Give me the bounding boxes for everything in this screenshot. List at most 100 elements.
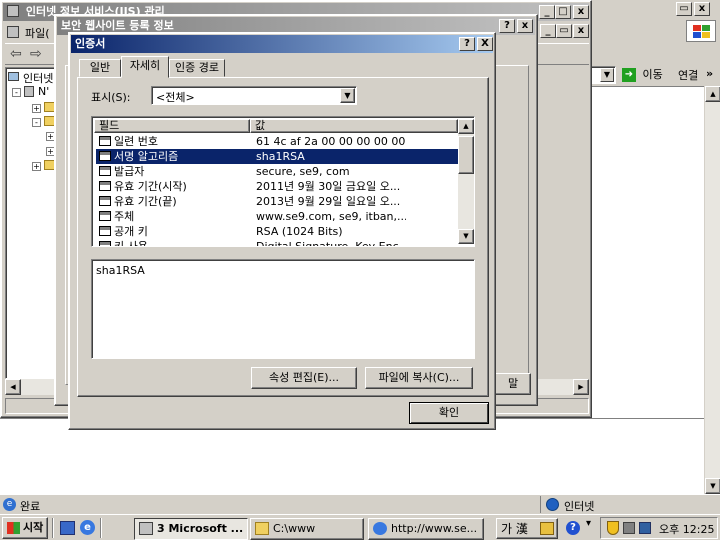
ime-indicator[interactable]: 가 漢 <box>496 518 558 539</box>
field-row-label: 공개 키 <box>114 225 148 238</box>
iis-close-button[interactable]: x <box>573 5 589 19</box>
cert-field-icon <box>99 181 111 191</box>
ime-toolbar-icon <box>540 522 554 535</box>
copy-to-file-button[interactable]: 파일에 복사(C)... <box>365 367 473 389</box>
tree-expand-icon[interactable]: - <box>12 88 21 97</box>
tab-details-label: 자세히 <box>129 59 161 72</box>
ie-quicklaunch-icon[interactable]: e <box>80 520 95 535</box>
back-window-close[interactable]: x <box>573 24 589 38</box>
browser-close-button[interactable]: x <box>694 2 710 16</box>
secure-props-close-button[interactable]: x <box>517 19 533 33</box>
list-scroll-thumb[interactable] <box>458 136 474 174</box>
taskbar: 시작 e 3 Microsoft ... C:\www http://www.s… <box>0 514 720 540</box>
field-row[interactable]: 주체 www.se9.com, se9, itban,... <box>96 209 458 224</box>
task-mmc[interactable]: 3 Microsoft ... <box>134 518 248 540</box>
status-divider <box>540 496 541 513</box>
network-icon[interactable] <box>639 522 651 534</box>
back-window-caption: _ ▭ x <box>540 22 590 40</box>
secure-props-help-button[interactable]: ? <box>499 19 515 33</box>
go-label: 이동 <box>642 68 663 81</box>
tab-details[interactable]: 자세히 <box>121 56 169 78</box>
clock[interactable]: 오후 12:25 <box>659 521 714 537</box>
field-row-name: 서명 알고리즘 <box>99 149 249 164</box>
cert-field-icon <box>99 151 111 161</box>
tree-folder-collapse-icon[interactable]: - <box>32 118 41 127</box>
browser-restore-button[interactable]: ▭ <box>676 2 692 16</box>
cert-field-icon <box>99 211 111 221</box>
field-row-value: www.se9.com, se9, itban,... <box>256 210 406 223</box>
tree-node-label[interactable]: N' <box>38 85 49 98</box>
field-row[interactable]: 공개 키 RSA (1024 Bits) <box>96 224 458 239</box>
field-row[interactable]: 일련 번호 61 4c af 2a 00 00 00 00 00 03 <box>96 134 458 149</box>
field-row[interactable]: 유효 기간(끝) 2013년 9월 29일 일요일 오... <box>96 194 458 209</box>
hscroll-left-button[interactable]: ◀ <box>5 379 21 395</box>
edit-properties-button[interactable]: 속성 편집(E)... <box>251 367 357 389</box>
task-ie[interactable]: http://www.se... <box>368 518 484 540</box>
show-desktop-icon[interactable] <box>60 521 75 535</box>
tab-cert-path-label: 인증 경로 <box>175 61 219 74</box>
quicklaunch-divider-2 <box>100 518 102 538</box>
scroll-down-button[interactable]: ▼ <box>705 478 720 494</box>
show-label: 표시(S): <box>91 91 131 104</box>
tab-general[interactable]: 일반 <box>79 59 121 77</box>
partial-button-label: 말 <box>507 377 519 390</box>
scroll-up-button[interactable]: ▲ <box>705 86 720 102</box>
task-ie-label: http://www.se... <box>391 522 478 535</box>
address-dropdown-arrow[interactable]: ▼ <box>600 68 614 82</box>
column-header-field[interactable]: 필드 <box>94 119 250 133</box>
help-icon[interactable]: ? <box>566 521 580 535</box>
list-scroll-down-button[interactable]: ▼ <box>458 229 474 244</box>
field-detail-box[interactable]: sha1RSA <box>91 259 475 359</box>
start-windows-icon <box>7 522 20 534</box>
cert-help-button[interactable]: ? <box>459 37 475 51</box>
field-row[interactable]: 서명 알고리즘 sha1RSA <box>96 149 458 164</box>
field-row-name: 발급자 <box>99 164 249 179</box>
show-select-arrow-icon[interactable]: ▼ <box>340 88 355 103</box>
back-arrow-icon[interactable]: ⇦ <box>10 46 22 62</box>
go-button[interactable]: ➜ 이동 <box>622 65 670 85</box>
browser-scrollbar[interactable]: ▲ ▼ <box>704 86 720 494</box>
hscroll-right-button[interactable]: ▶ <box>573 379 589 395</box>
cert-titlebar: 인증서 ? X <box>71 35 493 53</box>
copy-to-file-label: 파일에 복사(C)... <box>378 371 460 384</box>
field-row-name: 키 사용 <box>99 239 249 246</box>
field-list-scrollbar[interactable]: ▲ ▼ <box>458 119 474 244</box>
back-window-min[interactable]: _ <box>540 24 556 38</box>
internet-zone-icon <box>546 498 559 511</box>
field-row-value: 2011년 9월 30일 금요일 오... <box>256 180 401 193</box>
cert-field-list[interactable]: 필드 값 일련 번호61 4c af 2a 00 00 00 00 00 03서… <box>91 116 475 247</box>
volume-icon[interactable] <box>623 522 635 534</box>
iis-maximize-button[interactable]: □ <box>555 5 571 19</box>
cert-dialog: 인증서 ? X 일반 자세히 인증 경로 표시(S): <전체> ▼ 필드 값 … <box>68 32 496 430</box>
task-explorer[interactable]: C:\www <box>250 518 364 540</box>
cert-close-button[interactable]: X <box>477 37 493 51</box>
tray-menu-icon[interactable]: ▾ <box>586 518 591 529</box>
zone-text: 인터넷 <box>564 500 595 513</box>
tab-cert-path[interactable]: 인증 경로 <box>169 59 225 77</box>
secure-props-partial-button[interactable]: 말 <box>495 373 531 395</box>
forward-arrow-icon[interactable]: ⇨ <box>30 46 42 62</box>
security-shield-icon[interactable] <box>607 521 619 535</box>
field-row-label: 주체 <box>114 210 135 223</box>
field-row-value: secure, se9, com <box>256 165 350 178</box>
tree-folder-expand-icon-2[interactable]: + <box>32 162 41 171</box>
field-row-value: RSA (1024 Bits) <box>256 225 343 238</box>
tab-general-label: 일반 <box>89 61 111 74</box>
tree-root-label[interactable]: 인터넷 <box>23 70 53 86</box>
status-text: 완료 <box>20 500 41 513</box>
iis-minimize-button[interactable]: _ <box>539 5 555 19</box>
back-window-restore[interactable]: ▭ <box>556 24 572 38</box>
field-row[interactable]: 발급자 secure, se9, com <box>96 164 458 179</box>
links-chevron-icon[interactable]: » <box>706 67 713 80</box>
menu-file[interactable]: 파일( <box>25 25 50 41</box>
list-scroll-up-button[interactable]: ▲ <box>458 119 474 134</box>
field-row[interactable]: 유효 기간(시작) 2011년 9월 30일 금요일 오... <box>96 179 458 194</box>
column-header-value[interactable]: 값 <box>250 119 458 133</box>
field-row[interactable]: 키 사용 Digital Signature, Key Enc... <box>96 239 458 246</box>
ok-button[interactable]: 확인 <box>409 402 489 424</box>
status-bar: e 완료 인터넷 <box>0 494 720 514</box>
tree-folder-expand-icon[interactable]: + <box>32 104 41 113</box>
show-select[interactable]: <전체> ▼ <box>151 86 357 105</box>
start-button[interactable]: 시작 <box>2 517 48 539</box>
links-label[interactable]: 연결 <box>678 67 698 83</box>
